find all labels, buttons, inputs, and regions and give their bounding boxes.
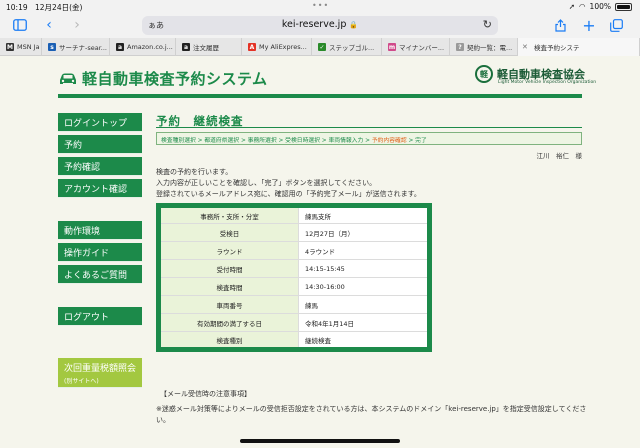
amazon-icon: a (182, 43, 190, 51)
site-logo[interactable]: 軽自動車検査予約システム (58, 68, 268, 89)
table-row: ラウンド 4ラウンド (158, 241, 430, 260)
battery-icon (615, 2, 632, 11)
browser-tab[interactable]: a Amazon.co.j... (110, 38, 176, 56)
web-page: 軽自動車検査予約システム 軽 軽自動車検査協会 Light Motor Vehi… (0, 57, 640, 448)
forward-icon[interactable]: › (70, 17, 84, 33)
browser-tab[interactable]: s サーチナ-sear... (42, 38, 110, 56)
browser-toolbar: ‹ › ぁあ kei-reserve.jp 🔒 ↻ + (0, 12, 640, 38)
wifi-icon: ◠ (579, 2, 586, 11)
lock-icon: 🔒 (349, 21, 359, 29)
user-name: 江川 裕仁 様 (536, 152, 583, 160)
browser-tab[interactable]: a 注文履歴 (176, 38, 242, 56)
nav-confirm[interactable]: 予約確認 (58, 157, 142, 176)
generic-page-icon: ? (456, 43, 464, 51)
title-divider (156, 127, 582, 128)
browser-tab[interactable]: M MSN Ja (0, 38, 42, 56)
nav-weight-tax[interactable]: 次回重量税額照会 (別サイトへ) (58, 358, 142, 388)
back-icon[interactable]: ‹ (42, 17, 56, 33)
browser-tab[interactable]: m マイナンバー... (382, 38, 450, 56)
url-text: kei-reserve.jp (281, 19, 347, 30)
table-row: 検査種別 継続検査 (158, 331, 430, 350)
msn-icon: M (6, 43, 14, 51)
table-row: 車両番号 練馬 (158, 295, 430, 314)
mynumber-icon: m (388, 43, 396, 51)
amazon-icon: a (116, 43, 124, 51)
searchina-icon: s (48, 43, 56, 51)
intro-text: 検査の予約を行います。 入力内容が正しいことを確認し、「完了」ボタンを選択してく… (156, 168, 421, 198)
nav-environment[interactable]: 動作環境 (58, 221, 142, 240)
new-tab-icon[interactable]: + (582, 16, 596, 35)
nav-login-top[interactable]: ログイントップ (58, 113, 142, 132)
reload-icon[interactable]: ↻ (483, 18, 492, 31)
aliexpress-icon: A (248, 43, 256, 51)
notice-title: 【メール受信時の注意事項】 (160, 390, 251, 398)
breadcrumb-current: 予約内容確認 (371, 138, 407, 144)
nav-logout[interactable]: ログアウト (58, 307, 142, 326)
browser-tab[interactable]: A My AliExpres... (242, 38, 312, 56)
reservation-table: 事務所・支所・分室 練馬支所 受検日 12月27日（月） ラウンド 4ラウンド 受付時… (156, 203, 432, 352)
browser-tab-active[interactable]: ✕ 検査予約システ (518, 38, 640, 56)
browser-tab[interactable]: ? 契約一覧：電... (450, 38, 518, 56)
car-icon (60, 73, 76, 84)
location-icon: ➚ (568, 2, 575, 11)
header-divider (58, 94, 582, 98)
table-row: 事務所・支所・分室 練馬支所 (158, 205, 430, 224)
breadcrumb: 検査種別選択 > 都道府県選択 > 事務所選択 > 受検日時選択 > 車両情報入… (156, 132, 582, 145)
tab-bar: M MSN Ja s サーチナ-sear... a Amazon.co.j...… (0, 38, 640, 56)
table-row: 検査時間 14:30-16:00 (158, 277, 430, 296)
nav-guide[interactable]: 操作ガイド (58, 243, 142, 262)
association-mark-icon: 軽 (475, 65, 493, 83)
notice-body: ※迷惑メール対策等によりメールの受信拒否設定をされている方は、本システムのドメイ… (156, 405, 587, 424)
table-row: 受検日 12月27日（月） (158, 223, 430, 242)
nav-faq[interactable]: よくあるご質問 (58, 265, 142, 284)
home-indicator[interactable] (240, 439, 400, 443)
browser-tab[interactable]: ✓ ステップゴル... (312, 38, 382, 56)
check-icon: ✓ (318, 43, 326, 51)
table-row: 受付時間 14:15-15:45 (158, 259, 430, 278)
battery-percent: 100% (589, 2, 611, 11)
status-date: 12月24日(金) (35, 3, 83, 12)
nav-reserve[interactable]: 予約 (58, 135, 142, 154)
multitask-dots[interactable]: ••• (312, 1, 329, 10)
association-logo[interactable]: 軽 軽自動車検査協会 Light Motor Vehicle Inspectio… (475, 65, 596, 85)
status-time: 10:19 (6, 3, 28, 12)
address-bar[interactable]: ぁあ kei-reserve.jp 🔒 ↻ (142, 16, 498, 35)
nav-account[interactable]: アカウント確認 (58, 179, 142, 198)
share-icon[interactable] (553, 17, 567, 33)
site-title: 軽自動車検査予約システム (82, 70, 268, 88)
table-row: 有効期間の満了する日 令和4年1月14日 (158, 313, 430, 332)
tab-overview-icon[interactable] (608, 17, 624, 33)
close-tab-icon[interactable]: ✕ (522, 43, 528, 51)
sidebar-icon[interactable] (12, 17, 28, 33)
status-bar: 10:19 12月24日(金) ••• ➚ ◠ 100% (0, 0, 640, 12)
